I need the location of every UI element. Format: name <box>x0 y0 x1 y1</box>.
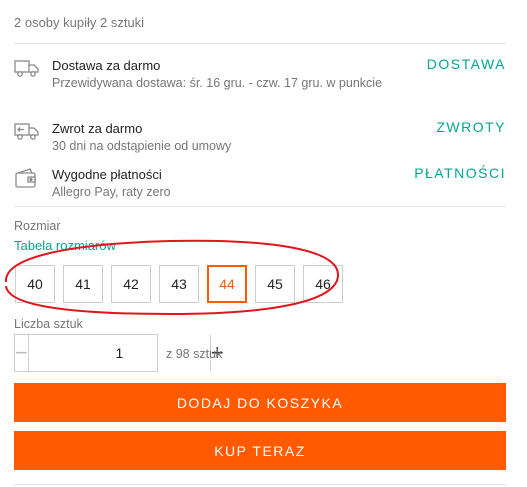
size-option-42[interactable]: 42 <box>111 265 151 303</box>
stock-count: z 98 sztuk <box>166 347 223 361</box>
size-option-40[interactable]: 40 <box>15 265 55 303</box>
size-option-46[interactable]: 46 <box>303 265 343 303</box>
truck-icon <box>14 58 40 80</box>
delivery-link[interactable]: DOSTAWA <box>427 56 506 72</box>
size-option-44[interactable]: 44 <box>207 265 247 303</box>
quantity-label: Liczba sztuk <box>14 317 83 331</box>
add-to-cart-button[interactable]: DODAJ DO KOSZYKA <box>14 383 506 422</box>
payments-info: Wygodne płatności Allegro Pay, raty zero… <box>14 165 506 217</box>
payments-link[interactable]: PŁATNOŚCI <box>414 165 506 181</box>
size-table-link[interactable]: Tabela rozmiarów <box>14 238 116 253</box>
size-option-43[interactable]: 43 <box>159 265 199 303</box>
return-truck-icon <box>14 121 40 143</box>
payments-title: Wygodne płatności <box>52 167 162 182</box>
wallet-icon <box>14 167 40 189</box>
returns-link[interactable]: ZWROTY <box>436 119 506 135</box>
size-option-41[interactable]: 41 <box>63 265 103 303</box>
delivery-subtitle: Przewidywana dostawa: śr. 16 gru. - czw.… <box>52 76 383 90</box>
minus-icon[interactable]: − <box>15 335 29 371</box>
size-option-45[interactable]: 45 <box>255 265 295 303</box>
divider <box>14 484 506 485</box>
delivery-info: Dostawa za darmo Przewidywana dostawa: ś… <box>14 56 506 108</box>
returns-title: Zwrot za darmo <box>52 121 143 136</box>
divider <box>14 43 506 44</box>
delivery-title: Dostawa za darmo <box>52 58 161 73</box>
divider <box>14 206 506 207</box>
quantity-stepper: − + <box>14 334 224 372</box>
returns-info: Zwrot za darmo 30 dni na odstąpienie od … <box>14 119 506 171</box>
purchased-note: 2 osoby kupiły 2 sztuki <box>14 15 145 30</box>
size-label: Rozmiar <box>14 219 61 233</box>
returns-subtitle: 30 dni na odstąpienie od umowy <box>52 139 232 153</box>
buy-now-button[interactable]: KUP TERAZ <box>14 431 506 470</box>
payments-subtitle: Allegro Pay, raty zero <box>52 185 171 199</box>
